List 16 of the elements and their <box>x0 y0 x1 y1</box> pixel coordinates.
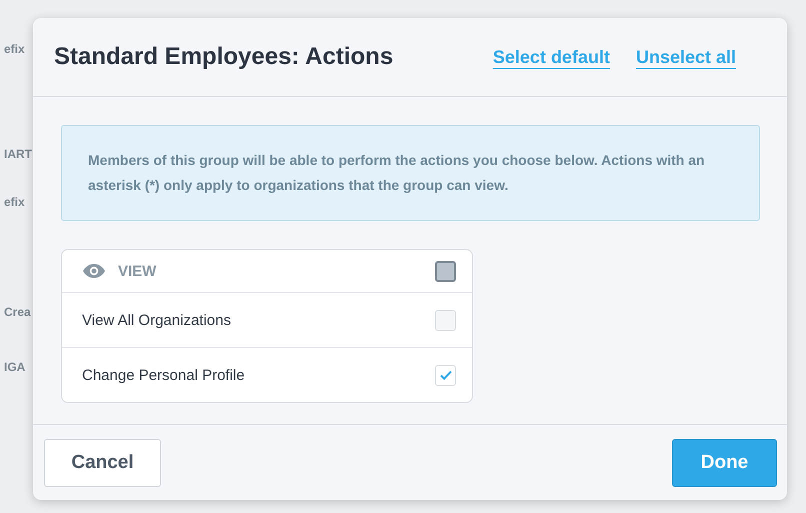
eye-icon <box>82 263 106 279</box>
link[interactable]: Select default <box>492 46 610 68</box>
permission-label: Change Personal Profile <box>82 366 246 384</box>
link[interactable]: Unselect all <box>636 46 736 68</box>
background-text: IGA <box>4 360 26 374</box>
background-text: Crea <box>4 305 31 319</box>
info-message: Members of this group will be able to perform the actions you choose below. Actions with an asterisk (*) only apply to organizations that the group can view. <box>61 125 760 221</box>
background-text: efix <box>4 42 25 56</box>
group-label: VIEW <box>118 262 158 280</box>
cancel-button[interactable]: Cancel <box>44 438 161 486</box>
background-text: efix <box>4 195 25 209</box>
background-text: IART <box>4 147 32 161</box>
done-button[interactable]: Done <box>672 438 777 486</box>
permission-label: View All Organizations <box>82 312 232 328</box>
dialog-title: Standard Employees: Actions <box>54 43 394 71</box>
checkbox[interactable] <box>435 260 456 282</box>
